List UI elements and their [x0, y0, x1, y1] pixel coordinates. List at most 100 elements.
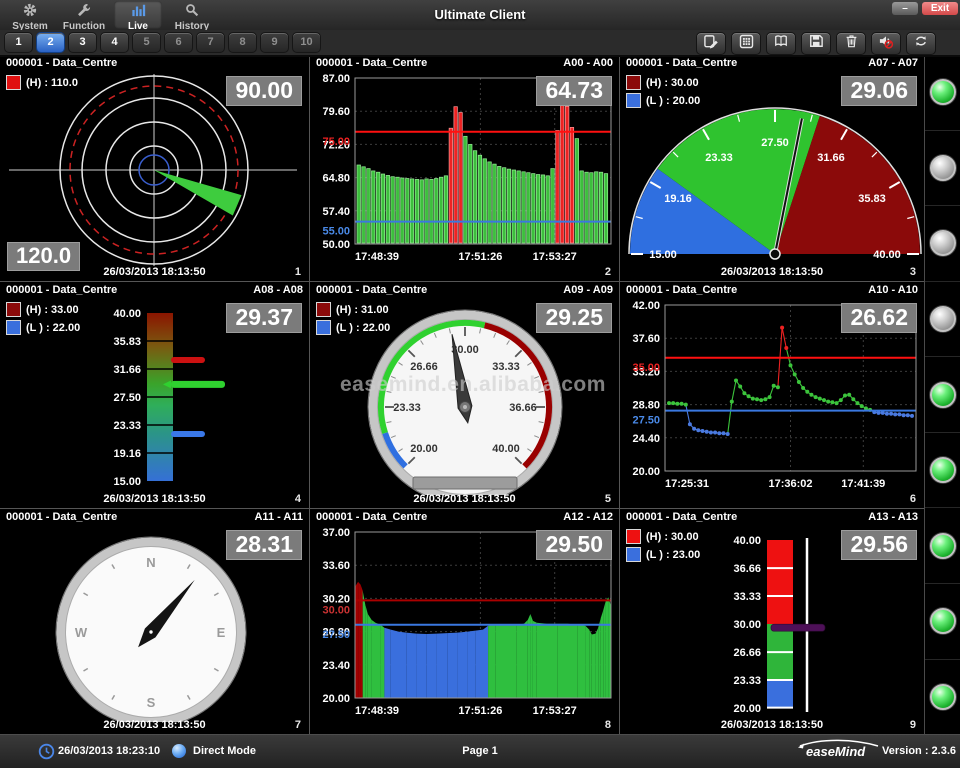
- led-cell: [925, 433, 960, 509]
- svg-text:75.00: 75.00: [322, 136, 350, 148]
- svg-text:30.00: 30.00: [733, 619, 761, 631]
- svg-text:17:41:39: 17:41:39: [841, 478, 885, 490]
- book-icon: [773, 34, 789, 53]
- svg-text:20.00: 20.00: [410, 443, 438, 455]
- save-button[interactable]: [801, 32, 831, 55]
- tab-2[interactable]: 2: [36, 32, 65, 53]
- edit-page-icon: [703, 34, 719, 54]
- legend-swatch: [6, 75, 21, 90]
- svg-text:37.60: 37.60: [632, 333, 660, 345]
- svg-text:17:36:02: 17:36:02: [768, 478, 812, 490]
- tab-9[interactable]: 9: [260, 32, 289, 53]
- panel-title: 000001 - Data_Centre: [626, 511, 737, 526]
- panel-number: 5: [605, 493, 611, 505]
- legend-swatch: [6, 302, 21, 317]
- exit-button[interactable]: Exit: [922, 2, 958, 15]
- svg-text:S: S: [147, 695, 156, 710]
- grid-button[interactable]: [731, 32, 761, 55]
- svg-text:27.50: 27.50: [322, 629, 350, 641]
- edit-page-button[interactable]: [696, 32, 726, 55]
- value-badge: 29.25: [536, 303, 612, 333]
- value-badge: 28.31: [226, 530, 302, 560]
- svg-text:27.50: 27.50: [113, 392, 141, 404]
- title-bar: System Function Live History Ultimate Cl…: [0, 0, 960, 30]
- panel-7[interactable]: 000001 - Data_Centre A11 - A11NESW28.312…: [0, 509, 310, 735]
- panel-title: 000001 - Data_Centre: [316, 511, 427, 526]
- panel-grid: 000001 - Data_Centre 90.00 120.0 (H) : 110…: [0, 55, 925, 735]
- led-cell: [925, 55, 960, 131]
- svg-text:20.00: 20.00: [733, 703, 761, 715]
- svg-text:40.00: 40.00: [733, 535, 761, 547]
- panel-number: 2: [605, 266, 611, 278]
- sync-button[interactable]: [906, 32, 936, 55]
- panel-title: 000001 - Data_Centre: [6, 284, 117, 299]
- led-indicator-9: [930, 684, 956, 710]
- trash-icon: [845, 34, 858, 53]
- led-indicator-6: [930, 457, 956, 483]
- value-badge-secondary: 120.0: [7, 242, 80, 271]
- panel-4[interactable]: 000001 - Data_Centre A08 - A08 40.0035.8…: [0, 282, 310, 509]
- panel-number: 9: [910, 719, 916, 731]
- tab-8[interactable]: 8: [228, 32, 257, 53]
- brand-logo: easeMind: [796, 739, 882, 764]
- svg-text:26.66: 26.66: [410, 361, 438, 373]
- legend-swatch: [626, 529, 641, 544]
- panel-5[interactable]: 000001 - Data_Centre A09 - A0920.0023.33…: [310, 282, 620, 509]
- svg-text:36.66: 36.66: [733, 563, 761, 575]
- window-title: Ultimate Client: [0, 7, 960, 22]
- mute-alarm-button[interactable]: [871, 32, 901, 55]
- trash-button[interactable]: [836, 32, 866, 55]
- save-icon: [809, 34, 823, 53]
- panel-1[interactable]: 000001 - Data_Centre 90.00 120.0 (H) : 110…: [0, 55, 310, 282]
- panel-legend: (H) : 110.0: [6, 75, 78, 93]
- svg-text:17:51:26: 17:51:26: [458, 251, 502, 263]
- svg-text:23.33: 23.33: [113, 420, 141, 432]
- tab-10[interactable]: 10: [292, 32, 321, 53]
- svg-text:37.00: 37.00: [322, 527, 350, 539]
- led-cell: [925, 660, 960, 736]
- legend-swatch: [316, 302, 331, 317]
- tab-7[interactable]: 7: [196, 32, 225, 53]
- tab-1[interactable]: 1: [4, 32, 33, 53]
- tab-4[interactable]: 4: [100, 32, 129, 53]
- panel-2[interactable]: 000001 - Data_Centre A00 - A0087.0079.60…: [310, 55, 620, 282]
- panel-header: 000001 - Data_Centre A12 - A12: [310, 509, 619, 526]
- panel-6[interactable]: 000001 - Data_Centre A10 - A1042.0037.60…: [620, 282, 925, 509]
- svg-text:17:48:39: 17:48:39: [355, 251, 399, 263]
- book-button[interactable]: [766, 32, 796, 55]
- svg-text:17:51:26: 17:51:26: [458, 705, 502, 717]
- panel-title: 000001 - Data_Centre: [6, 511, 117, 526]
- panel-header: 000001 - Data_Centre A00 - A00: [310, 55, 619, 72]
- svg-text:33.60: 33.60: [322, 560, 350, 572]
- panel-header: 000001 - Data_Centre A11 - A11: [0, 509, 309, 526]
- panel-legend: (H) : 33.00(L ) : 22.00: [6, 302, 80, 338]
- tab-3[interactable]: 3: [68, 32, 97, 53]
- minimize-button[interactable]: –: [892, 2, 918, 15]
- svg-text:17:53:27: 17:53:27: [533, 251, 577, 263]
- value-badge: 90.00: [226, 76, 302, 106]
- tab-6[interactable]: 6: [164, 32, 193, 53]
- panel-3[interactable]: 000001 - Data_Centre A07 - A0715.0019.16…: [620, 55, 925, 282]
- svg-text:23.33: 23.33: [733, 675, 761, 687]
- led-cell: [925, 131, 960, 207]
- panel-channel: A09 - A09: [563, 284, 613, 299]
- panel-title: 000001 - Data_Centre: [626, 284, 737, 299]
- tab-5[interactable]: 5: [132, 32, 161, 53]
- svg-text:27.50: 27.50: [761, 137, 789, 149]
- mute-alarm-icon: [878, 34, 894, 54]
- legend-swatch: [626, 547, 641, 562]
- panel-header: 000001 - Data_Centre A10 - A10: [620, 282, 924, 299]
- svg-text:26.66: 26.66: [733, 647, 761, 659]
- led-column: [924, 55, 960, 735]
- panel-9[interactable]: 000001 - Data_Centre A13 - A1340.0036.66…: [620, 509, 925, 735]
- panel-header: 000001 - Data_Centre A07 - A07: [620, 55, 924, 72]
- legend-label: (H) : 30.00: [646, 77, 699, 89]
- panel-8[interactable]: 000001 - Data_Centre A12 - A1237.00 33.60…: [310, 509, 620, 735]
- svg-text:20.00: 20.00: [322, 693, 350, 705]
- led-cell: [925, 584, 960, 660]
- svg-text:23.40: 23.40: [322, 660, 350, 672]
- value-badge: 26.62: [841, 303, 917, 333]
- legend-label: (L ) : 22.00: [26, 322, 80, 334]
- panel-number: 7: [295, 719, 301, 731]
- panel-title: 000001 - Data_Centre: [6, 57, 117, 72]
